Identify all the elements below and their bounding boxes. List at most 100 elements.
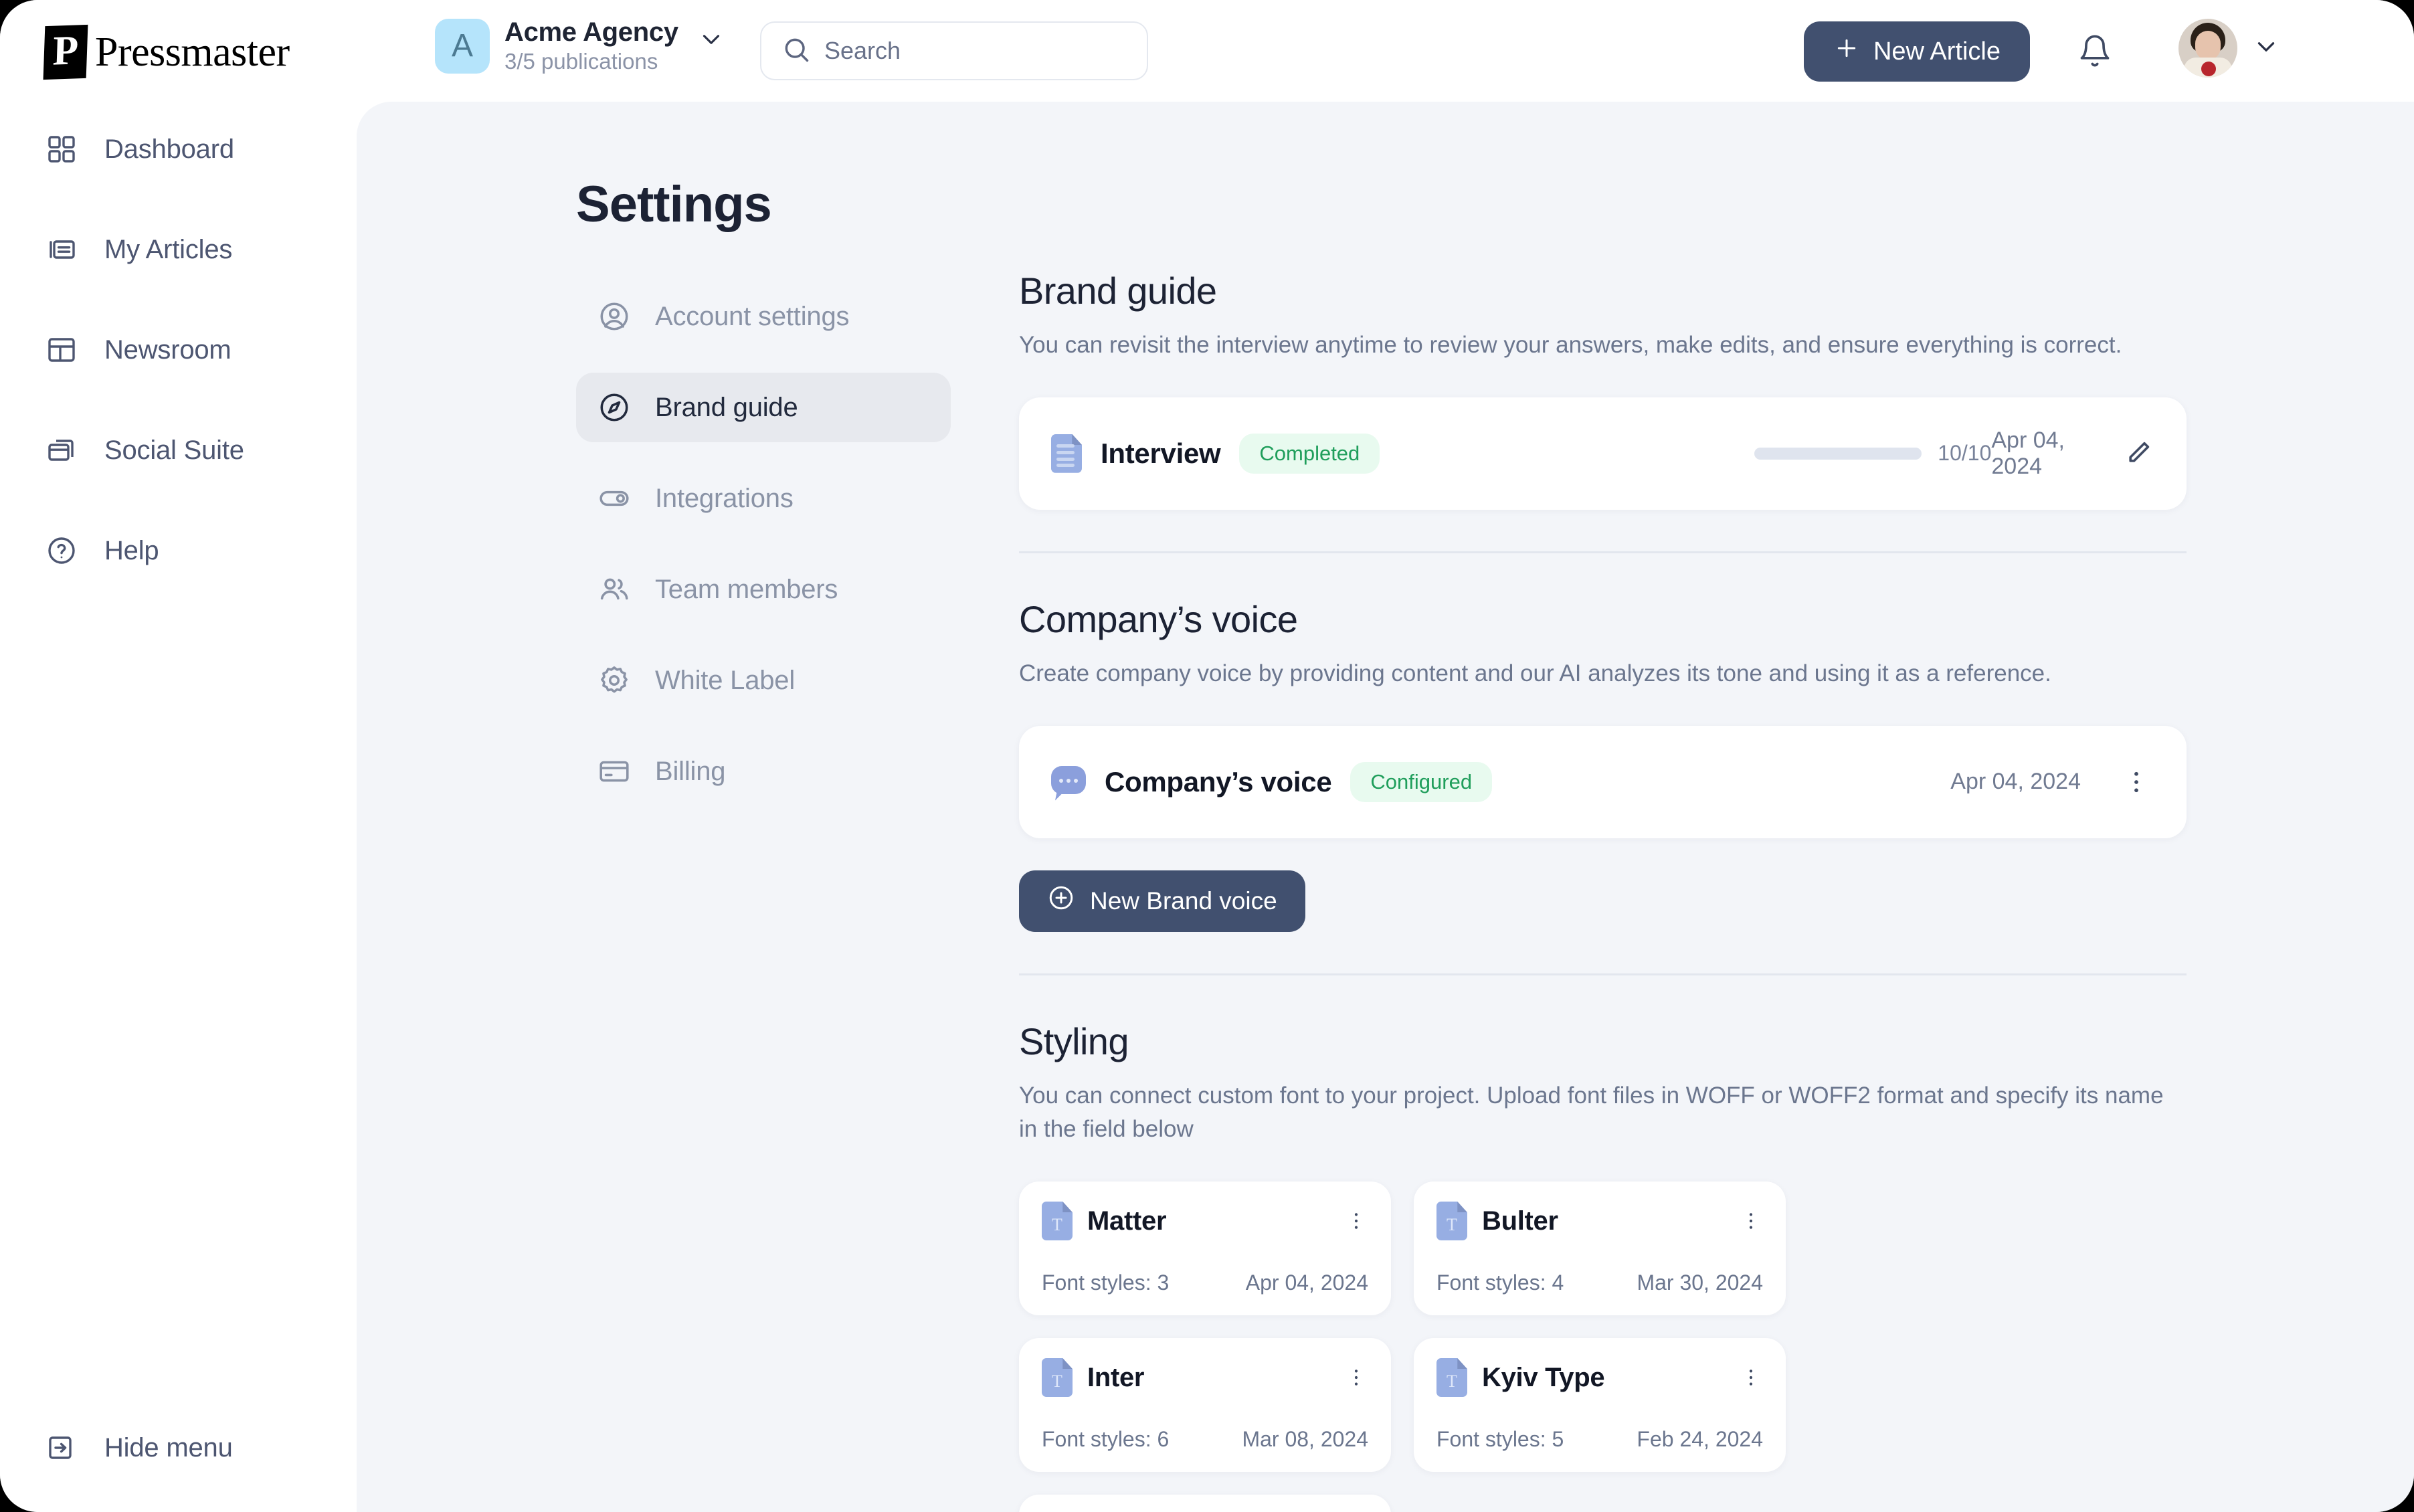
toggle-icon bbox=[596, 480, 632, 516]
compass-icon bbox=[596, 389, 632, 426]
notifications-button[interactable] bbox=[2070, 27, 2120, 76]
progress-bar bbox=[1754, 447, 1922, 460]
user-menu[interactable] bbox=[2178, 19, 2280, 78]
layout-icon bbox=[44, 333, 79, 367]
top-bar: P Pressmaster A Acme Agency 3/5 publicat… bbox=[0, 0, 2414, 102]
section-title: Brand guide bbox=[1019, 270, 1217, 312]
sidebar-item-my-articles[interactable]: My Articles bbox=[44, 225, 232, 274]
chevron-down-icon bbox=[697, 25, 725, 57]
avatar bbox=[2178, 19, 2237, 78]
new-article-label: New Article bbox=[1873, 37, 2001, 66]
gear-icon bbox=[596, 662, 632, 698]
status-badge: Completed bbox=[1239, 433, 1380, 474]
new-article-button[interactable]: New Article bbox=[1803, 21, 2030, 82]
search-box[interactable] bbox=[760, 21, 1148, 80]
arrow-right-box-icon bbox=[44, 1430, 79, 1465]
more-vertical-icon[interactable] bbox=[1344, 1206, 1368, 1236]
font-card[interactable]: T Bulter Font styles: 4 Mar 30, 2024 bbox=[1414, 1182, 1786, 1315]
search-input[interactable] bbox=[824, 37, 1127, 65]
section-divider bbox=[1019, 551, 2187, 553]
section-title: Styling bbox=[1019, 1020, 1129, 1062]
sidebar-item-label: Social Suite bbox=[104, 435, 244, 465]
company-voice-date: Apr 04, 2024 bbox=[1950, 769, 2081, 794]
settings-item-account-settings[interactable]: Account settings bbox=[576, 282, 951, 351]
font-name: Kyiv Type bbox=[1482, 1362, 1605, 1392]
sidebar-item-label: Dashboard bbox=[104, 134, 234, 164]
pressmaster-logo-icon: P bbox=[43, 24, 88, 80]
font-card[interactable]: TGramatikaFont styles: 2Feb 04, 2024 bbox=[1019, 1495, 1391, 1512]
font-card[interactable]: T Inter Font styles: 6 Mar 08, 2024 bbox=[1019, 1338, 1391, 1472]
settings-item-label: Billing bbox=[655, 756, 726, 786]
status-badge: Configured bbox=[1350, 761, 1493, 802]
settings-item-brand-guide[interactable]: Brand guide bbox=[576, 373, 951, 442]
interview-date: Apr 04, 2024 bbox=[1991, 427, 2065, 479]
sidebar-item-label: Help bbox=[104, 535, 159, 565]
brand-name: Pressmaster bbox=[95, 29, 290, 75]
sidebar-item-newsroom[interactable]: Newsroom bbox=[44, 325, 231, 375]
settings-item-label: Brand guide bbox=[655, 392, 798, 422]
font-file-icon: T bbox=[1436, 1202, 1467, 1240]
pencil-icon[interactable] bbox=[2121, 436, 2154, 472]
workspace-avatar: A bbox=[435, 18, 490, 74]
settings-item-white-label[interactable]: White Label bbox=[576, 646, 951, 715]
workspace-publications: 3/5 publications bbox=[504, 49, 658, 74]
font-file-icon: T bbox=[1042, 1358, 1073, 1397]
font-file-icon: T bbox=[1436, 1358, 1467, 1397]
font-card-grid: T Matter Font styles: 3 Apr 04, 2024 T Bulter… bbox=[1019, 1182, 2176, 1512]
settings-item-label: White Label bbox=[655, 665, 796, 695]
settings-content: Brand guide You can revisit the intervie… bbox=[1019, 269, 2187, 1512]
page-title: Settings bbox=[576, 176, 772, 233]
hide-menu-button[interactable]: Hide menu bbox=[44, 1430, 233, 1465]
workspace-switcher[interactable]: A Acme Agency 3/5 publications bbox=[435, 17, 725, 74]
sidebar-item-dashboard[interactable]: Dashboard bbox=[44, 124, 234, 174]
company-voice-row[interactable]: Company’s voice Configured Apr 04, 2024 bbox=[1019, 725, 2187, 838]
new-brand-voice-button[interactable]: New Brand voice bbox=[1019, 870, 1305, 932]
font-date: Apr 04, 2024 bbox=[1245, 1270, 1368, 1295]
company-voice-name: Company’s voice bbox=[1105, 765, 1332, 797]
interview-name: Interview bbox=[1101, 437, 1221, 469]
settings-item-label: Integrations bbox=[655, 483, 794, 513]
more-vertical-icon[interactable] bbox=[1739, 1363, 1763, 1392]
section-description: You can revisit the interview anytime to… bbox=[1019, 332, 2122, 358]
sidebar-item-label: Newsroom bbox=[104, 335, 231, 365]
more-vertical-icon[interactable] bbox=[1739, 1206, 1763, 1236]
section-description: Create company voice by providing conten… bbox=[1019, 660, 2051, 686]
font-name: Bulter bbox=[1482, 1206, 1558, 1236]
settings-nav: Settings Account settings Brand guide In… bbox=[576, 175, 951, 828]
hide-menu-label: Hide menu bbox=[104, 1432, 233, 1462]
main-panel: Settings Account settings Brand guide In… bbox=[357, 102, 2414, 1512]
search-icon bbox=[781, 35, 811, 68]
settings-item-label: Account settings bbox=[655, 301, 850, 331]
grid-icon bbox=[44, 132, 79, 167]
interview-progress: 10/10 bbox=[1754, 441, 1991, 466]
plus-icon bbox=[1833, 35, 1860, 68]
user-circle-icon bbox=[596, 298, 632, 335]
settings-item-integrations[interactable]: Integrations bbox=[576, 464, 951, 533]
font-styles-count: Font styles: 3 bbox=[1042, 1270, 1170, 1295]
new-brand-voice-label: New Brand voice bbox=[1090, 886, 1277, 915]
font-date: Mar 30, 2024 bbox=[1637, 1270, 1763, 1295]
font-name: Matter bbox=[1087, 1206, 1167, 1236]
more-vertical-icon[interactable] bbox=[1344, 1363, 1368, 1392]
progress-label: 10/10 bbox=[1938, 441, 1992, 466]
font-date: Mar 08, 2024 bbox=[1242, 1427, 1368, 1451]
font-date: Feb 24, 2024 bbox=[1637, 1427, 1763, 1451]
document-icon bbox=[1051, 434, 1082, 473]
more-vertical-icon[interactable] bbox=[2118, 764, 2154, 800]
interview-row[interactable]: Interview Completed 10/10 Apr 04, 2024 bbox=[1019, 397, 2187, 510]
speech-bubble-icon bbox=[1051, 765, 1086, 801]
settings-item-team-members[interactable]: Team members bbox=[576, 555, 951, 624]
sidebar: Dashboard My Articles Newsroom Social Su… bbox=[0, 102, 357, 1512]
section-title: Company’s voice bbox=[1019, 597, 1298, 640]
settings-item-label: Team members bbox=[655, 574, 838, 604]
credit-card-icon bbox=[596, 753, 632, 789]
workspace-name: Acme Agency bbox=[504, 17, 678, 47]
app-logo[interactable]: P Pressmaster bbox=[43, 24, 290, 80]
font-card[interactable]: T Matter Font styles: 3 Apr 04, 2024 bbox=[1019, 1182, 1391, 1315]
settings-item-billing[interactable]: Billing bbox=[576, 737, 951, 806]
styling-section: Styling You can connect custom font to y… bbox=[1019, 1020, 2187, 1512]
sidebar-item-social-suite[interactable]: Social Suite bbox=[44, 426, 244, 475]
font-card[interactable]: T Kyiv Type Font styles: 5 Feb 24, 2024 bbox=[1414, 1338, 1786, 1472]
company-voice-section: Company’s voice Create company voice by … bbox=[1019, 597, 2187, 932]
sidebar-item-help[interactable]: Help bbox=[44, 526, 159, 575]
